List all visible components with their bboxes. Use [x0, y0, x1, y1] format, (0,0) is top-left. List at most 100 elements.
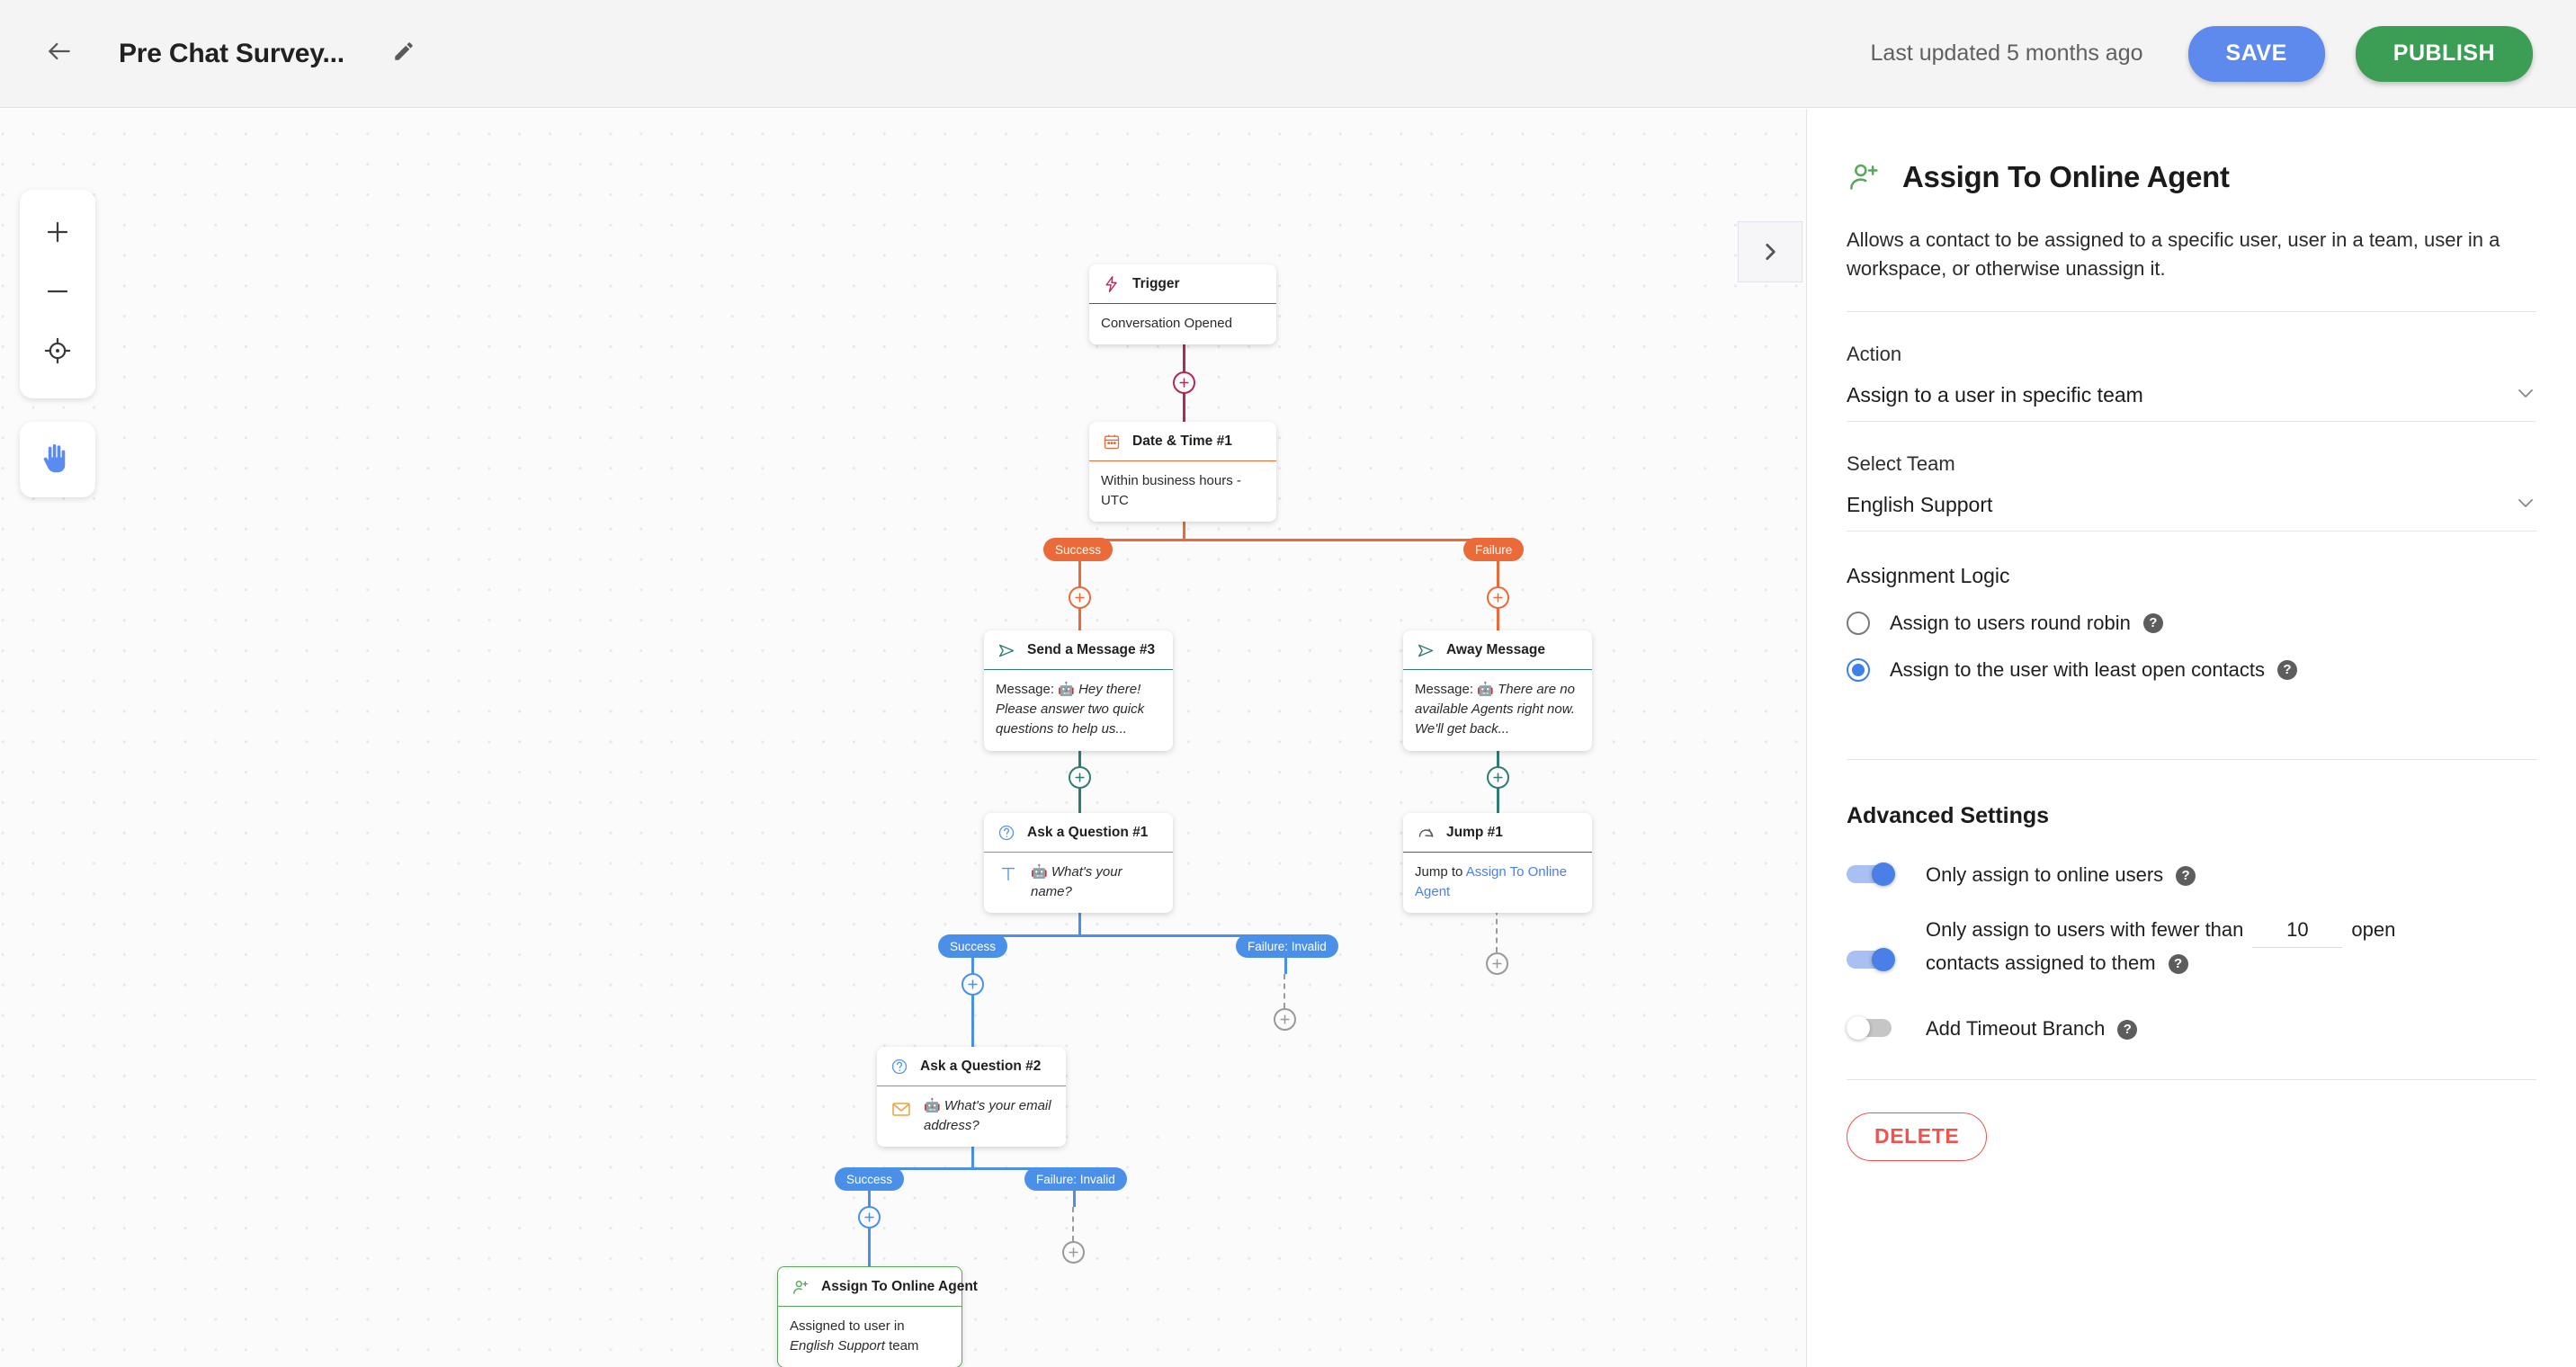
flow-node-trigger[interactable]: Trigger Conversation Opened [1089, 264, 1276, 345]
flow-canvas[interactable]: Trigger Conversation Opened Date & Time … [0, 109, 1806, 1367]
collapse-panel-button[interactable] [1738, 221, 1802, 282]
save-button[interactable]: SAVE [2187, 25, 2325, 82]
node-header: Date & Time #1 [1089, 422, 1276, 461]
add-node-button[interactable] [1173, 371, 1195, 394]
team-select[interactable]: English Support [1847, 492, 2536, 532]
node-body-prefix: Assigned to user in [790, 1318, 905, 1334]
pan-tool-button[interactable] [20, 422, 95, 497]
open-contacts-limit-input[interactable] [2252, 916, 2343, 948]
help-icon[interactable]: ? [2168, 953, 2188, 974]
badge-datetime-failure[interactable]: Failure [1463, 538, 1525, 561]
plus-icon [47, 221, 68, 243]
node-title: Ask a Question #2 [920, 1059, 1042, 1074]
back-button[interactable] [34, 29, 85, 79]
toggle-only-online-users[interactable] [1847, 862, 1899, 887]
radio-button[interactable] [1847, 611, 1870, 635]
app-header: Pre Chat Survey... Last updated 5 months… [0, 0, 2576, 108]
node-title: Send a Message #3 [1027, 642, 1156, 657]
flow-node-send-message-3[interactable]: Send a Message #3 Message: 🤖 Hey there! … [984, 630, 1173, 751]
plus-icon [1492, 959, 1502, 969]
panel-title: Assign To Online Agent [1902, 160, 2230, 193]
connector-datetime-split [1078, 539, 1498, 541]
node-header: Ask a Question #1 [984, 813, 1173, 853]
add-node-button[interactable] [1062, 1241, 1085, 1264]
action-select-value: Assign to a user in specific team [1847, 382, 2143, 407]
send-icon [1415, 639, 1436, 661]
node-title: Away Message [1446, 642, 1545, 657]
node-body-text: What's your email address? [924, 1098, 1051, 1134]
add-node-button[interactable] [1487, 766, 1509, 789]
plus-icon [1280, 1014, 1290, 1024]
panel-header: Assign To Online Agent [1847, 159, 2536, 195]
plus-icon [1493, 773, 1503, 782]
divider [1847, 758, 2536, 760]
node-body: Within business hours - UTC [1101, 473, 1241, 509]
flow-node-assign-to-online-agent[interactable]: Assign To Online Agent Assigned to user … [777, 1266, 978, 1367]
question-circle-icon [889, 1056, 910, 1077]
node-title: Ask a Question #1 [1027, 825, 1149, 840]
zoom-controls [20, 190, 95, 398]
add-node-button[interactable] [858, 1206, 881, 1229]
node-title: Jump #1 [1446, 825, 1503, 840]
divider [1847, 310, 2536, 312]
add-node-button[interactable] [1274, 1008, 1296, 1031]
toggle-knob [1872, 947, 1895, 971]
flow-node-away-message[interactable]: Away Message Message: 🤖 There are no ava… [1403, 630, 1592, 751]
flow-node-datetime[interactable]: Date & Time #1 Within business hours - U… [1089, 422, 1276, 523]
node-title: Assign To Online Agent [821, 1279, 978, 1294]
chevron-down-icon [2515, 492, 2536, 518]
toggle-online-users-label: Only assign to online users? [1926, 860, 2196, 889]
add-node-button[interactable] [962, 973, 984, 996]
radio-least-open-contacts[interactable]: Assign to the user with least open conta… [1847, 657, 2536, 682]
edit-title-button[interactable] [382, 32, 425, 76]
add-node-button[interactable] [1486, 952, 1508, 975]
node-body: Message: 🤖 Hey there! Please answer two … [984, 670, 1173, 751]
recenter-button[interactable] [25, 321, 90, 380]
action-label: Action [1847, 342, 1902, 365]
advanced-settings-title: Advanced Settings [1847, 802, 2050, 828]
node-body-team: English Support [790, 1338, 885, 1354]
chevron-down-icon [2515, 382, 2536, 408]
help-icon[interactable]: ? [2142, 612, 2163, 633]
zoom-out-button[interactable] [25, 262, 90, 321]
panel-description: Allows a contact to be assigned to a spe… [1847, 228, 2500, 281]
zoom-in-button[interactable] [25, 202, 90, 262]
toggle-knob [1872, 862, 1895, 887]
page-title: Pre Chat Survey... [119, 38, 344, 68]
help-icon[interactable]: ? [2176, 865, 2196, 886]
publish-button[interactable]: PUBLISH [2355, 25, 2533, 82]
text-field-icon [996, 862, 1021, 884]
badge-q1-success[interactable]: Success [938, 934, 1008, 958]
toggle-fewer-contacts[interactable] [1847, 947, 1899, 971]
radio-button[interactable] [1847, 657, 1870, 682]
lightning-icon [1101, 273, 1123, 295]
delete-button[interactable]: DELETE [1847, 1112, 1988, 1161]
radio-least-open-label: Assign to the user with least open conta… [1890, 657, 2266, 681]
flow-node-jump-1[interactable]: Jump #1 Jump to Assign To Online Agent [1403, 813, 1592, 914]
assignment-logic-label: Assignment Logic [1847, 563, 2010, 587]
add-node-button[interactable] [1069, 766, 1091, 789]
badge-q2-failure[interactable]: Failure: Invalid [1024, 1167, 1127, 1191]
add-node-button[interactable] [1487, 586, 1509, 609]
node-body-prefix: Message: [1415, 682, 1478, 697]
plus-icon [1075, 593, 1085, 603]
help-icon[interactable]: ? [2277, 659, 2298, 680]
toggle-timeout-branch-label: Add Timeout Branch? [1926, 1014, 2138, 1043]
toggle-add-timeout-branch[interactable] [1847, 1016, 1899, 1041]
node-header: Assign To Online Agent [778, 1267, 978, 1307]
chevron-right-icon [1766, 244, 1775, 260]
plus-icon [1075, 773, 1085, 782]
flow-node-ask-question-1[interactable]: Ask a Question #1 🤖 What's your name? [984, 813, 1173, 914]
bot-emoji: 🤖 [1031, 864, 1048, 880]
action-select[interactable]: Assign to a user in specific team [1847, 382, 2536, 422]
envelope-icon [889, 1096, 914, 1120]
team-label: Select Team [1847, 451, 1955, 475]
badge-datetime-success[interactable]: Success [1043, 538, 1114, 561]
flow-node-ask-question-2[interactable]: Ask a Question #2 🤖 What's your email ad… [877, 1047, 1066, 1148]
radio-round-robin[interactable]: Assign to users round robin ? [1847, 611, 2536, 635]
badge-q1-failure[interactable]: Failure: Invalid [1236, 934, 1338, 958]
badge-q2-success[interactable]: Success [835, 1167, 905, 1191]
help-icon[interactable]: ? [2117, 1019, 2138, 1040]
arrow-left-icon [45, 37, 74, 70]
add-node-button[interactable] [1069, 586, 1091, 609]
